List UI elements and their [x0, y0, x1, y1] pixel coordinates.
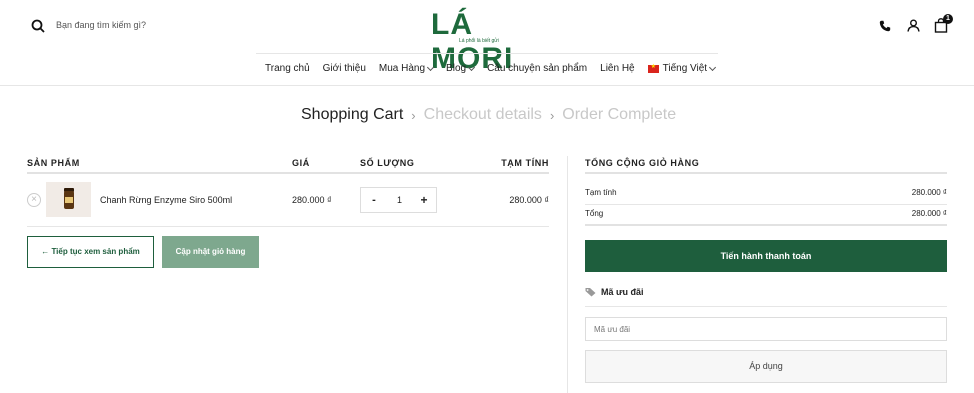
nav-item-shop[interactable]: Mua Hàng — [378, 63, 435, 74]
quantity-minus-button[interactable]: - — [361, 188, 387, 212]
subtotal-value: 280.000 ₫ — [911, 188, 947, 197]
nav-item-language[interactable]: Tiếng Việt — [647, 63, 717, 74]
column-header-product: SẢN PHẨM — [27, 158, 80, 168]
product-price: 280.000 ₫ — [292, 195, 332, 205]
totals-row-divider — [585, 204, 947, 205]
continue-shopping-button[interactable]: ← Tiếp tục xem sản phẩm — [27, 236, 154, 268]
nav-label: Câu chuyện sản phẩm — [487, 63, 588, 74]
product-subtotal: 280.000 ₫ — [509, 195, 549, 205]
nav-item-contact[interactable]: Liên Hệ — [600, 63, 634, 74]
step-checkout-details[interactable]: Checkout details — [424, 106, 542, 124]
nav-label: Giới thiệu — [322, 63, 366, 74]
apply-coupon-button[interactable]: Áp dụng — [585, 350, 947, 383]
main-nav: Trang chủ Giới thiệu Mua Hàng Blog Câu c… — [0, 54, 974, 86]
update-cart-button[interactable]: Cập nhật giỏ hàng — [162, 236, 259, 268]
coupon-title: Mã ưu đãi — [601, 287, 644, 297]
nav-label: Mua Hàng — [378, 63, 426, 74]
product-thumbnail[interactable] — [46, 182, 91, 217]
site-logo[interactable]: LÁ MORI Lá phổi là biết gửi — [431, 8, 547, 75]
quantity-input[interactable]: 1 — [387, 188, 412, 212]
phone-icon[interactable] — [879, 20, 891, 32]
totals-footer-divider — [585, 224, 947, 226]
totals-header-divider — [585, 172, 947, 174]
bottle-label — [65, 197, 73, 203]
search-icon[interactable] — [31, 19, 45, 33]
nav-label: Liên Hệ — [600, 63, 635, 74]
column-header-subtotal: TẠM TÍNH — [501, 158, 549, 168]
column-header-price: GIÁ — [292, 158, 310, 168]
tag-icon — [585, 288, 596, 297]
remove-item-button[interactable]: × — [27, 193, 41, 207]
coupon-heading: Mã ưu đãi — [585, 287, 644, 297]
chevron-down-icon — [709, 63, 717, 71]
quantity-stepper: - 1 + — [360, 187, 437, 213]
logo-tagline: Lá phổi là biết gửi — [459, 38, 499, 44]
vietnam-flag-icon — [647, 63, 659, 73]
total-label: Tổng — [585, 209, 604, 218]
user-icon[interactable] — [907, 19, 920, 32]
step-separator-icon: › — [549, 107, 555, 123]
nav-label: Tiếng Việt — [662, 63, 708, 74]
table-header-divider — [27, 172, 549, 174]
product-name-link[interactable]: Chanh Rừng Enzyme Siro 500ml — [100, 195, 232, 205]
row-divider — [27, 226, 549, 227]
column-header-quantity: SỐ LƯỢNG — [360, 158, 415, 168]
nav-item-product-stories[interactable]: Câu chuyện sản phẩm — [487, 63, 587, 74]
site-header: Bạn đang tìm kiếm gì? LÁ MORI Lá phổi là… — [0, 0, 974, 75]
total-value: 280.000 ₫ — [911, 209, 947, 218]
quantity-plus-button[interactable]: + — [412, 188, 436, 212]
nav-label: Blog — [446, 63, 467, 74]
cart-totals-title: TỔNG CỘNG GIỎ HÀNG — [585, 158, 700, 168]
coupon-divider — [585, 306, 947, 307]
nav-item-home[interactable]: Trang chủ — [265, 63, 310, 74]
chevron-down-icon — [427, 63, 435, 71]
coupon-code-input[interactable] — [585, 317, 947, 341]
nav-item-blog[interactable]: Blog — [446, 63, 476, 74]
subtotal-label: Tạm tính — [585, 188, 617, 197]
step-shopping-cart[interactable]: Shopping Cart — [301, 106, 403, 124]
nav-item-about[interactable]: Giới thiệu — [323, 63, 366, 74]
step-order-complete: Order Complete — [562, 106, 677, 123]
proceed-to-checkout-button[interactable]: Tiến hành thanh toán — [585, 240, 947, 272]
step-separator-icon: › — [411, 107, 416, 123]
search-input[interactable]: Bạn đang tìm kiếm gì? — [56, 20, 146, 30]
checkout-steps: Shopping Cart › Checkout details › Order… — [301, 106, 676, 124]
chevron-down-icon — [468, 63, 476, 71]
column-divider — [567, 156, 568, 393]
nav-label: Trang chủ — [265, 63, 310, 74]
cart-count-badge: 1 — [943, 14, 953, 24]
